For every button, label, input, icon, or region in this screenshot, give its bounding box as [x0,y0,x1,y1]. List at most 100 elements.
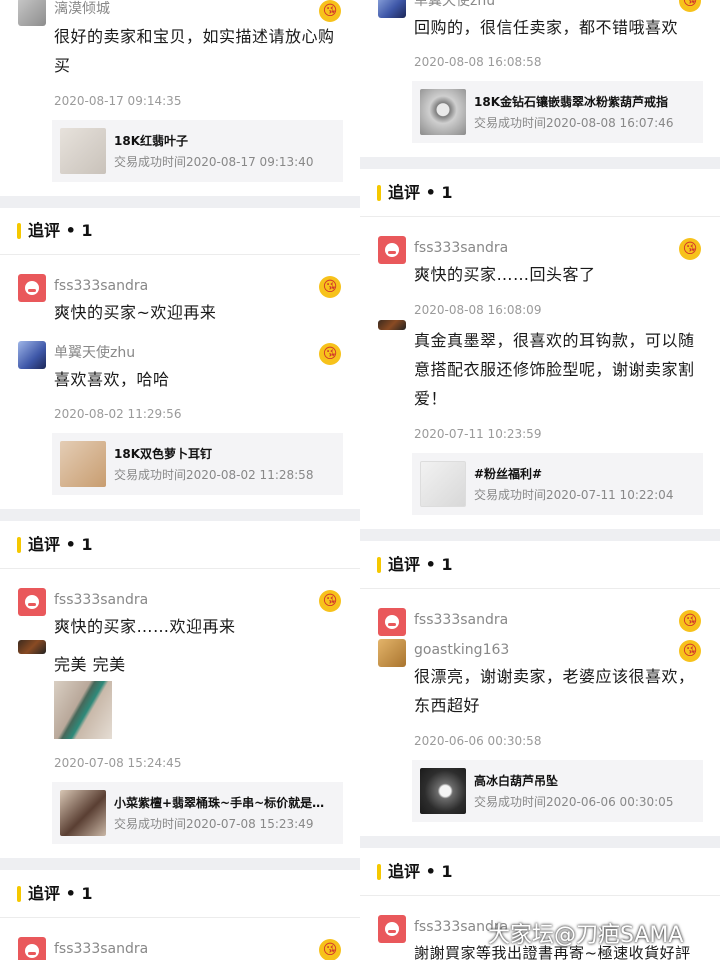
product-card[interactable]: 18K金钻石镶嵌翡翠冰粉紫葫芦戒指 交易成功时间2020-08-08 16:07… [412,81,703,143]
comment-text: 真金真墨翠，很喜欢的耳钩款，可以随意搭配衣服还修饰脸型呢，谢谢卖家割爱！ [414,331,695,408]
section-divider [0,196,360,208]
left-screenshot-column: 漓漠倾城 😘 很好的卖家和宝贝，如实描述请放心购买 2020-08-17 09:… [0,0,360,960]
commenter-name[interactable]: 漓漠倾城 [54,0,110,18]
product-name: 18K双色萝卜耳钉 [114,447,212,461]
right-screenshot-column: 单翼天使zhu 😘 回购的，很信任卖家，都不错哦喜欢 2020-08-08 16… [360,0,720,960]
avatar[interactable] [378,608,406,636]
transaction-time: 交易成功时间2020-06-06 00:30:05 [474,795,674,809]
followup-title: 追评 • 1 [28,535,93,554]
seller-name[interactable]: fss333sandra [414,611,508,629]
seller-name[interactable]: fss333sandra [54,277,148,295]
followup-title: 追评 • 1 [388,862,453,881]
avatar[interactable] [378,236,406,264]
followup-title: 追评 • 1 [28,884,93,903]
divider [0,568,360,569]
watermark: 大家坛@刀疤SAMA [488,923,684,948]
avatar[interactable] [18,588,46,616]
divider [360,588,720,589]
kiss-emoji-icon: 😘 [679,640,701,662]
product-card[interactable]: 小菜紫檀+翡翠桶珠~手串~标价就是卖价 交易成功时间2020-07-08 15:… [52,782,343,844]
followup-title: 追评 • 1 [388,555,453,574]
product-thumbnail [420,89,466,135]
product-thumbnail [60,790,106,836]
product-name: 18K金钻石镶嵌翡翠冰粉紫葫芦戒指 [474,95,668,109]
product-card[interactable]: 高冰白葫芦吊坠 交易成功时间2020-06-06 00:30:05 [412,760,703,822]
product-card[interactable]: 18K双色萝卜耳钉 交易成功时间2020-08-02 11:28:58 [52,433,343,495]
product-name: 高冰白葫芦吊坠 [474,774,559,788]
divider [0,254,360,255]
section-divider [0,858,360,870]
avatar[interactable] [378,639,406,667]
commenter-name[interactable]: 单翼天使zhu [54,344,135,362]
reply-text: 爽快的买家~欢迎再来 [54,303,217,322]
avatar[interactable] [18,0,46,26]
section-divider [360,529,720,541]
accent-bar [377,557,381,573]
comment-time: 2020-08-08 16:08:58 [414,55,542,69]
reply-text: 爽快的买家……回头客了 [414,265,596,284]
product-name: 小菜紫檀+翡翠桶珠~手串~标价就是卖价 [114,796,336,810]
seller-name[interactable]: fss333sandra [54,940,148,958]
accent-bar [17,223,21,239]
product-name: #粉丝福利# [474,467,543,481]
accent-bar [17,886,21,902]
comment-text: 完美 完美 [54,655,126,674]
product-name: 18K红翡叶子 [114,134,188,148]
followup-section-header: 追评 • 1 [0,208,360,254]
comment-time: 2020-08-02 11:29:56 [54,407,182,421]
divider [360,216,720,217]
reply-text: 爽快的买家……欢迎再来 [54,617,236,636]
product-thumbnail [420,768,466,814]
comment-time: 2020-07-08 15:24:45 [54,756,182,770]
avatar[interactable] [378,915,406,943]
divider [0,917,360,918]
product-card[interactable]: #粉丝福利# 交易成功时间2020-07-11 10:22:04 [412,453,703,515]
commenter-name[interactable]: 单翼天使zhu [414,0,495,10]
transaction-time: 交易成功时间2020-08-08 16:07:46 [474,116,674,130]
transaction-time: 交易成功时间2020-07-11 10:22:04 [474,488,674,502]
avatar[interactable] [378,320,406,330]
avatar[interactable] [378,0,406,18]
product-card[interactable]: 18K红翡叶子 交易成功时间2020-08-17 09:13:40 [52,120,343,182]
kiss-emoji-icon: 😘 [319,0,341,22]
accent-bar [377,864,381,880]
section-divider [0,509,360,521]
comment-time: 2020-06-06 00:30:58 [414,734,542,748]
followup-section-header: 追评 • 1 [360,542,720,588]
comment-text: 回购的，很信任卖家，都不错哦喜欢 [414,18,679,37]
commenter-name[interactable]: goastking163 [414,641,509,659]
comment-time: 2020-07-11 10:23:59 [414,427,542,441]
seller-name[interactable]: fss333sandra [54,591,148,609]
kiss-emoji-icon: 😘 [679,238,701,260]
transaction-time: 交易成功时间2020-07-08 15:23:49 [114,817,314,831]
kiss-emoji-icon: 😘 [319,939,341,960]
followup-section-header: 追评 • 1 [360,170,720,216]
kiss-emoji-icon: 😘 [679,610,701,632]
avatar[interactable] [18,640,46,654]
kiss-emoji-icon: 😘 [319,276,341,298]
comment-text: 喜欢喜欢，哈哈 [54,370,170,389]
followup-section-header: 追评 • 1 [360,849,720,895]
review-photo[interactable] [54,681,112,739]
followup-title: 追评 • 1 [28,221,93,240]
divider [360,895,720,896]
product-thumbnail [60,441,106,487]
kiss-emoji-icon: 😘 [319,343,341,365]
avatar[interactable] [18,937,46,960]
avatar[interactable] [18,341,46,369]
seller-name[interactable]: fss333sandra [414,239,508,257]
comment-text: 很好的卖家和宝贝，如实描述请放心购买 [54,27,335,75]
transaction-time: 交易成功时间2020-08-02 11:28:58 [114,468,314,482]
kiss-emoji-icon: 😘 [319,590,341,612]
followup-title: 追评 • 1 [388,183,453,202]
product-thumbnail [420,461,466,507]
comment-time: 2020-08-17 09:14:35 [54,94,182,108]
reply-time: 2020-08-08 16:08:09 [414,303,542,317]
avatar[interactable] [18,274,46,302]
followup-section-header: 追评 • 1 [0,871,360,917]
section-divider [360,157,720,169]
section-divider [360,836,720,848]
transaction-time: 交易成功时间2020-08-17 09:13:40 [114,155,314,169]
product-thumbnail [60,128,106,174]
followup-section-header: 追评 • 1 [0,522,360,568]
